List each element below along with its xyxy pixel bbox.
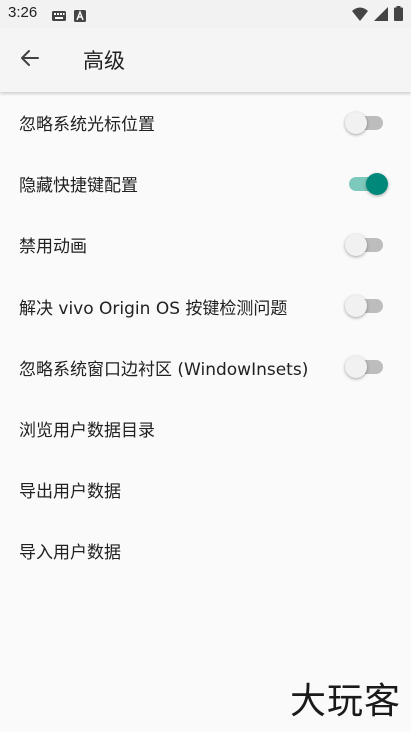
setting-label: 禁用动画 bbox=[19, 237, 87, 258]
setting-label: 导出用户数据 bbox=[19, 482, 121, 503]
setting-import-user-data[interactable]: 导入用户数据 bbox=[0, 520, 411, 581]
setting-hide-shortcut-config[interactable]: 隐藏快捷键配置 bbox=[0, 153, 411, 214]
setting-label: 导入用户数据 bbox=[19, 543, 121, 564]
setting-ignore-cursor-position[interactable]: 忽略系统光标位置 bbox=[0, 92, 411, 153]
setting-label: 隐藏快捷键配置 bbox=[19, 176, 138, 197]
status-left-icons bbox=[52, 7, 86, 26]
setting-label: 忽略系统光标位置 bbox=[19, 115, 155, 136]
toggle-switch[interactable] bbox=[345, 233, 389, 257]
page-title: 高级 bbox=[83, 49, 125, 73]
app-bar: 高级 bbox=[0, 28, 411, 92]
toggle-switch[interactable] bbox=[345, 172, 389, 196]
watermark: 大玩客 bbox=[289, 681, 401, 722]
keyboard-icon bbox=[52, 7, 66, 26]
toggle-switch[interactable] bbox=[345, 355, 389, 379]
setting-disable-animation[interactable]: 禁用动画 bbox=[0, 214, 411, 275]
setting-browse-user-data[interactable]: 浏览用户数据目录 bbox=[0, 398, 411, 459]
setting-ignore-window-insets[interactable]: 忽略系统窗口边衬区 (WindowInsets) bbox=[0, 337, 411, 398]
toggle-switch[interactable] bbox=[345, 294, 389, 318]
setting-label: 忽略系统窗口边衬区 (WindowInsets) bbox=[19, 359, 309, 380]
signal-icon bbox=[374, 6, 388, 25]
battery-icon bbox=[394, 6, 403, 25]
status-time: 3:26 bbox=[8, 4, 38, 21]
toggle-switch[interactable] bbox=[345, 111, 389, 135]
setting-label: 解决 vivo Origin OS 按键检测问题 bbox=[19, 298, 288, 319]
arrow-back-icon bbox=[20, 48, 40, 72]
settings-list: 忽略系统光标位置 隐藏快捷键配置 禁用动画 解决 vivo Origin OS … bbox=[0, 92, 411, 582]
back-button[interactable] bbox=[10, 40, 50, 80]
setting-export-user-data[interactable]: 导出用户数据 bbox=[0, 459, 411, 520]
wifi-icon bbox=[352, 6, 368, 25]
status-bar: 3:26 bbox=[0, 0, 411, 28]
setting-vivo-key-fix[interactable]: 解决 vivo Origin OS 按键检测问题 bbox=[0, 276, 411, 337]
setting-label: 浏览用户数据目录 bbox=[19, 421, 155, 442]
status-right-icons bbox=[352, 6, 403, 25]
a-letter-icon bbox=[74, 7, 86, 26]
